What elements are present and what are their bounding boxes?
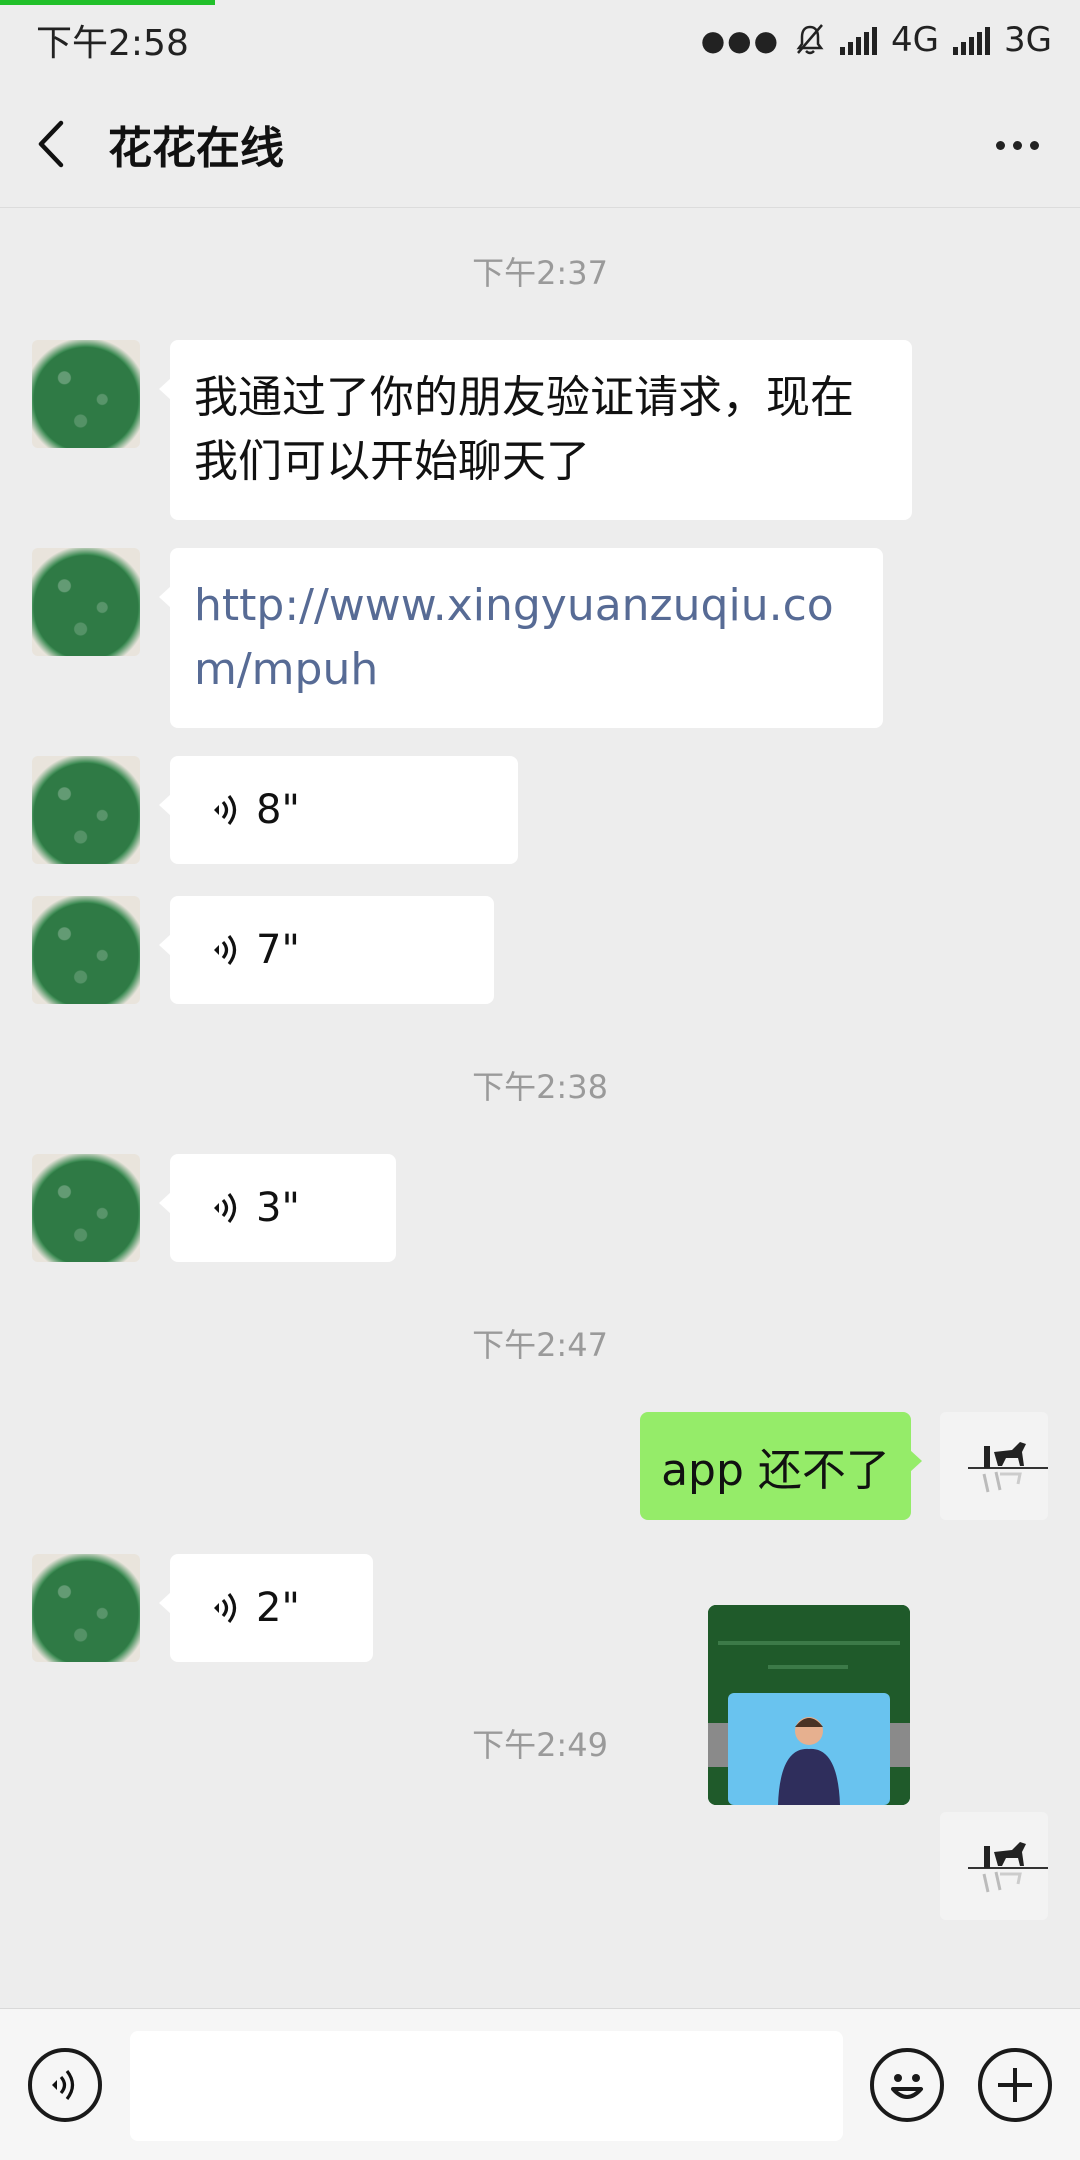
voice-mode-button[interactable] — [28, 2048, 102, 2122]
sent-message-bubble[interactable]: app 还不了 — [640, 1412, 922, 1520]
voice-message[interactable]: 8" — [159, 756, 518, 864]
image-message[interactable] — [708, 1605, 910, 1805]
contact-avatar[interactable] — [32, 896, 140, 1004]
back-button[interactable] — [0, 80, 100, 208]
horse-silhouette-icon — [968, 1442, 1048, 1493]
signal-icon — [953, 25, 991, 55]
voice-duration: 3" — [256, 1185, 300, 1231]
status-time: 下午2:58 — [36, 23, 189, 64]
contact-avatar[interactable] — [32, 756, 140, 864]
message-bubble[interactable]: 我通过了你的朋友验证请求，现在我们可以开始聊天了 — [159, 340, 912, 520]
contact-avatar[interactable] — [32, 548, 140, 656]
message-bubble-link[interactable]: http://www.xingyuanzuqiu.com/mpuh — [159, 548, 883, 728]
message-text: app 还不了 — [661, 1445, 890, 1496]
contact-avatar[interactable] — [32, 1154, 140, 1262]
my-avatar[interactable] — [940, 1412, 1048, 1520]
message-list[interactable]: 下午2:37 我通过了你的朋友验证请求，现在我们可以开始聊天了 http://w… — [0, 208, 1080, 2008]
emoji-icon — [891, 2074, 923, 2099]
voice-message[interactable]: 2" — [159, 1554, 373, 1662]
more-options-button[interactable] — [982, 110, 1052, 180]
input-bar — [0, 2008, 1080, 2160]
message-link[interactable]: http://www.xingyuanzuqiu.com/mpuh — [194, 580, 834, 695]
more-horizontal-icon — [995, 140, 1005, 150]
voice-wave-icon — [214, 795, 237, 825]
voice-duration: 8" — [256, 787, 300, 833]
signal-icon — [840, 25, 878, 55]
chat-title: 花花在线 — [108, 122, 284, 174]
plus-button[interactable] — [978, 2048, 1052, 2122]
status-icons: ●●● 4G 3G — [701, 20, 1052, 60]
chevron-left-icon — [38, 120, 64, 167]
voice-wave-icon — [214, 1593, 237, 1623]
more-dots-icon: ●●● — [700, 23, 781, 57]
voice-mode-icon — [52, 2070, 75, 2100]
message-text: 我通过了你的朋友验证请求，现在我们可以开始聊天了 — [194, 372, 854, 487]
timestamp: 下午2:37 — [472, 254, 608, 292]
network-type-2: 3G — [1004, 20, 1052, 60]
plus-icon — [998, 2068, 1032, 2102]
status-bar: 下午2:58 ●●● 4G 3G — [0, 0, 1080, 80]
screenshot-thumbnail — [708, 1605, 910, 1805]
voice-duration: 2" — [256, 1585, 300, 1631]
mute-bell-icon — [796, 24, 824, 55]
voice-wave-icon — [214, 935, 237, 965]
chat-header: 花花在线 — [0, 80, 1080, 208]
timestamp: 下午2:47 — [472, 1326, 608, 1364]
voice-wave-icon — [214, 1193, 237, 1223]
voice-duration: 7" — [256, 927, 300, 973]
timestamp: 下午2:38 — [472, 1068, 608, 1106]
network-type-1: 4G — [891, 20, 940, 60]
voice-message[interactable]: 7" — [159, 896, 494, 1004]
emoji-button[interactable] — [870, 2048, 944, 2122]
contact-avatar[interactable] — [32, 1554, 140, 1662]
my-avatar[interactable] — [940, 1812, 1048, 1920]
contact-avatar[interactable] — [32, 340, 140, 448]
message-input[interactable] — [130, 2031, 843, 2141]
timestamp: 下午2:49 — [472, 1726, 608, 1764]
horse-silhouette-icon — [968, 1842, 1048, 1893]
voice-message[interactable]: 3" — [159, 1154, 396, 1262]
